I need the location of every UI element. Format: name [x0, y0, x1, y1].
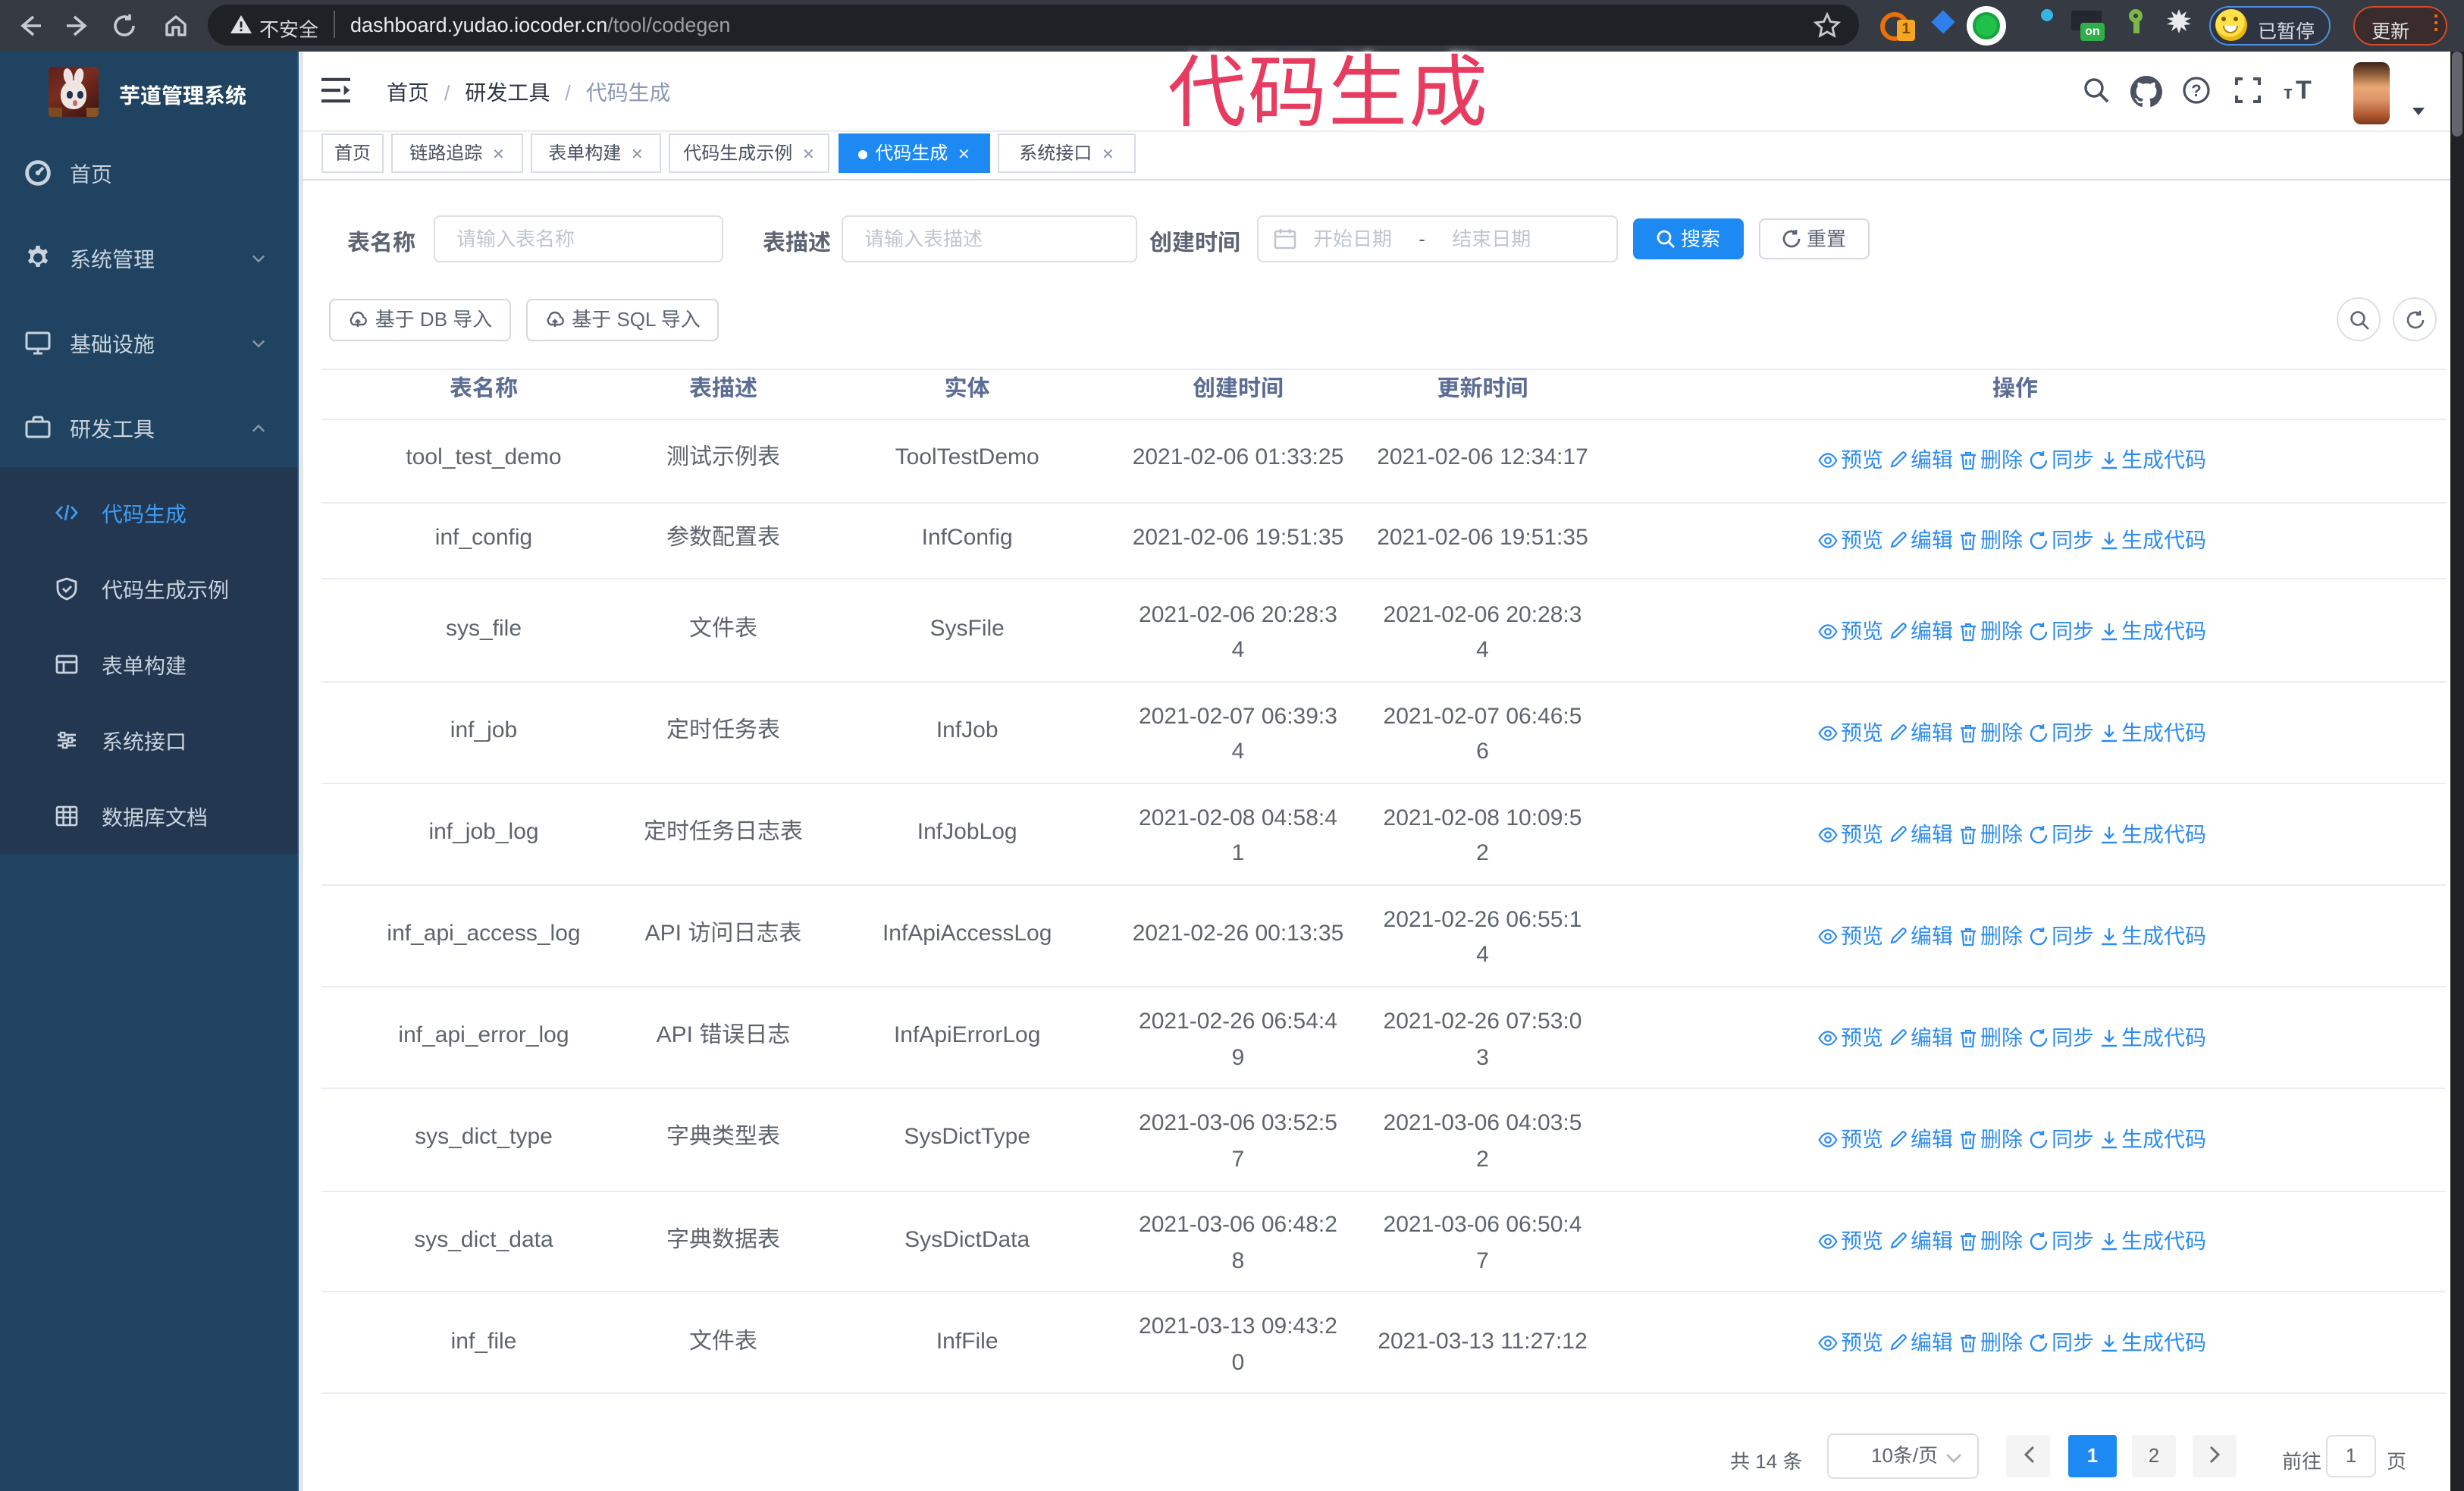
- svg-text:T: T: [2296, 76, 2312, 105]
- svg-text:?: ?: [2191, 81, 2201, 100]
- svg-text:т: т: [2284, 83, 2293, 103]
